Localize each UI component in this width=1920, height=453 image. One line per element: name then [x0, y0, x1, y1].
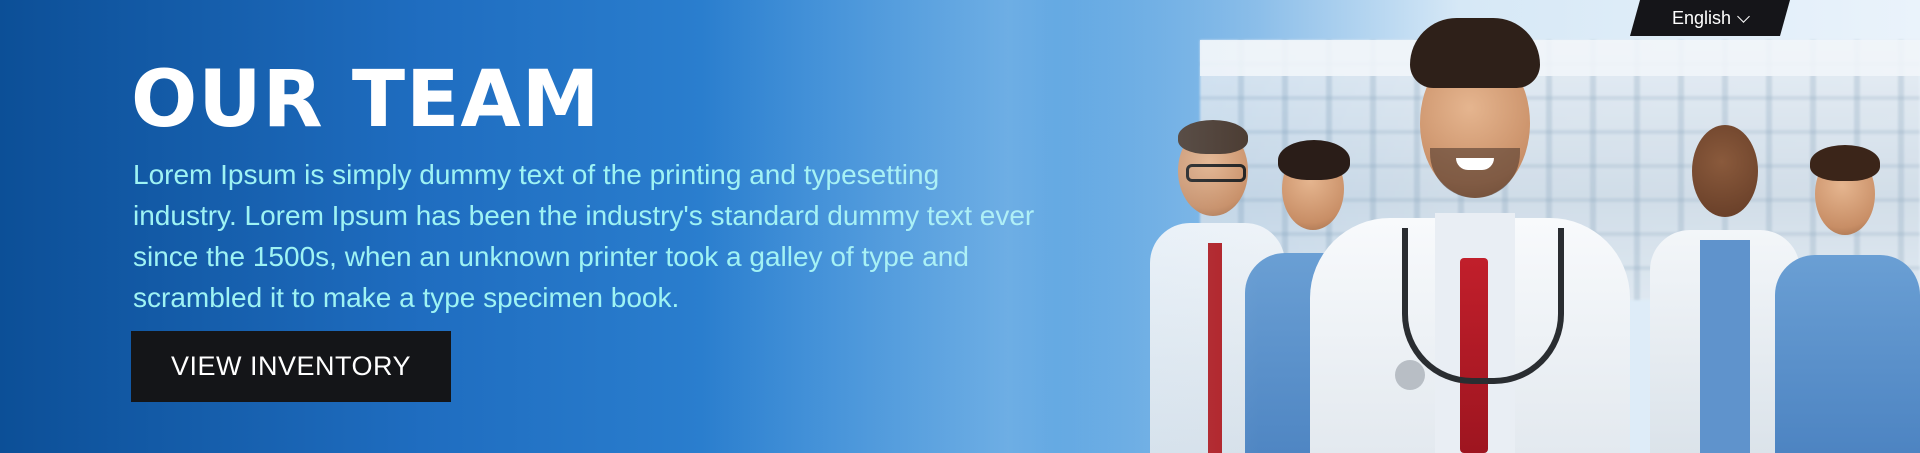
stethoscope — [1402, 228, 1564, 384]
description-line: Lorem Ipsum is simply dummy text of the … — [133, 159, 940, 190]
chevron-down-icon — [1737, 9, 1750, 23]
page-title: OUR TEAM — [131, 55, 601, 145]
language-selector[interactable]: English — [1630, 0, 1790, 36]
glasses — [1186, 164, 1246, 182]
blue-scrubs — [1775, 255, 1920, 453]
language-label: English — [1671, 7, 1732, 28]
curly-hair — [1410, 18, 1540, 88]
team-photo — [1080, 0, 1920, 453]
hero-banner: OUR TEAM Lorem Ipsum is simply dummy tex… — [0, 0, 1920, 453]
doctor-scrubs-right — [1770, 145, 1920, 453]
description-line: industry. Lorem Ipsum has been the indus… — [133, 200, 1035, 231]
description-line: since the 1500s, when an unknown printer… — [133, 241, 969, 272]
face — [1692, 125, 1758, 217]
view-inventory-button[interactable]: VIEW INVENTORY — [131, 331, 451, 402]
stethoscope-chest-piece — [1395, 360, 1425, 390]
blue-scrubs — [1700, 240, 1750, 453]
hair — [1178, 120, 1248, 154]
red-tie — [1208, 243, 1222, 453]
hero-content: OUR TEAM Lorem Ipsum is simply dummy tex… — [131, 56, 1131, 318]
smile — [1456, 158, 1494, 170]
beard — [1430, 148, 1520, 198]
hair — [1810, 145, 1880, 181]
hero-description: Lorem Ipsum is simply dummy text of the … — [133, 154, 1133, 318]
doctor-main — [1310, 8, 1630, 453]
description-line: scrambled it to make a type specimen boo… — [133, 282, 680, 313]
